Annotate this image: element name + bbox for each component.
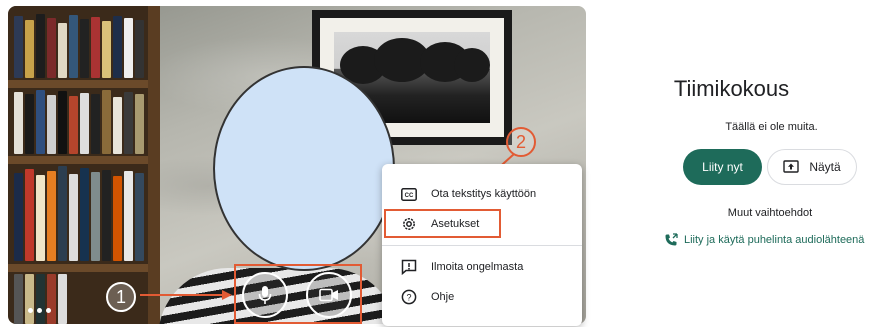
phone-link-label: Liity ja käytä puhelinta audiolähteenä xyxy=(684,234,865,246)
face-blur-mask xyxy=(213,66,395,271)
closed-captions-icon: CC xyxy=(400,185,418,203)
annotation-controls-highlight xyxy=(234,264,362,324)
shelf-side xyxy=(148,6,160,324)
shelf-board xyxy=(8,156,158,164)
menu-item-help[interactable]: ? Ohje xyxy=(382,282,582,312)
join-now-button[interactable]: Liity nyt xyxy=(683,149,762,185)
meet-prejoin-screen: 1 2 CC Ota tekstitys käyttöön Asetukset xyxy=(0,0,883,327)
book-row xyxy=(14,90,144,154)
more-options-dots-icon[interactable] xyxy=(28,308,51,313)
menu-item-report-problem[interactable]: Ilmoita ongelmasta xyxy=(382,252,582,282)
menu-divider xyxy=(382,245,582,246)
svg-text:?: ? xyxy=(406,293,411,303)
phone-forward-icon xyxy=(665,233,678,246)
join-phone-audio-link[interactable]: Liity ja käytä puhelinta audiolähteenä xyxy=(664,233,879,247)
annotation-settings-highlight xyxy=(384,209,501,238)
other-options-label: Muut vaihtoehdot xyxy=(727,207,813,219)
menu-item-label: Ota tekstitys käyttöön xyxy=(431,188,537,200)
shelf-board xyxy=(8,80,158,88)
participants-status: Täällä ei ole muita. xyxy=(725,121,818,133)
annotation-step-1: 1 xyxy=(106,282,136,312)
help-icon: ? xyxy=(400,288,418,306)
present-button[interactable]: Näytä xyxy=(767,149,857,185)
menu-item-label: Ilmoita ongelmasta xyxy=(431,261,524,273)
menu-item-label: Ohje xyxy=(431,291,455,303)
more-options-menu: CC Ota tekstitys käyttöön Asetukset Ilmo… xyxy=(382,164,582,326)
shelf-board xyxy=(8,264,158,272)
present-screen-icon xyxy=(783,160,800,173)
menu-item-captions[interactable]: CC Ota tekstitys käyttöön xyxy=(382,179,582,209)
annotation-arrow-1 xyxy=(140,290,232,300)
book-row xyxy=(14,14,144,78)
book-row xyxy=(14,166,144,261)
bookshelf xyxy=(8,6,160,324)
svg-text:CC: CC xyxy=(405,193,414,199)
present-label: Näytä xyxy=(809,160,841,174)
report-problem-icon xyxy=(400,258,418,276)
book-row xyxy=(14,274,67,324)
